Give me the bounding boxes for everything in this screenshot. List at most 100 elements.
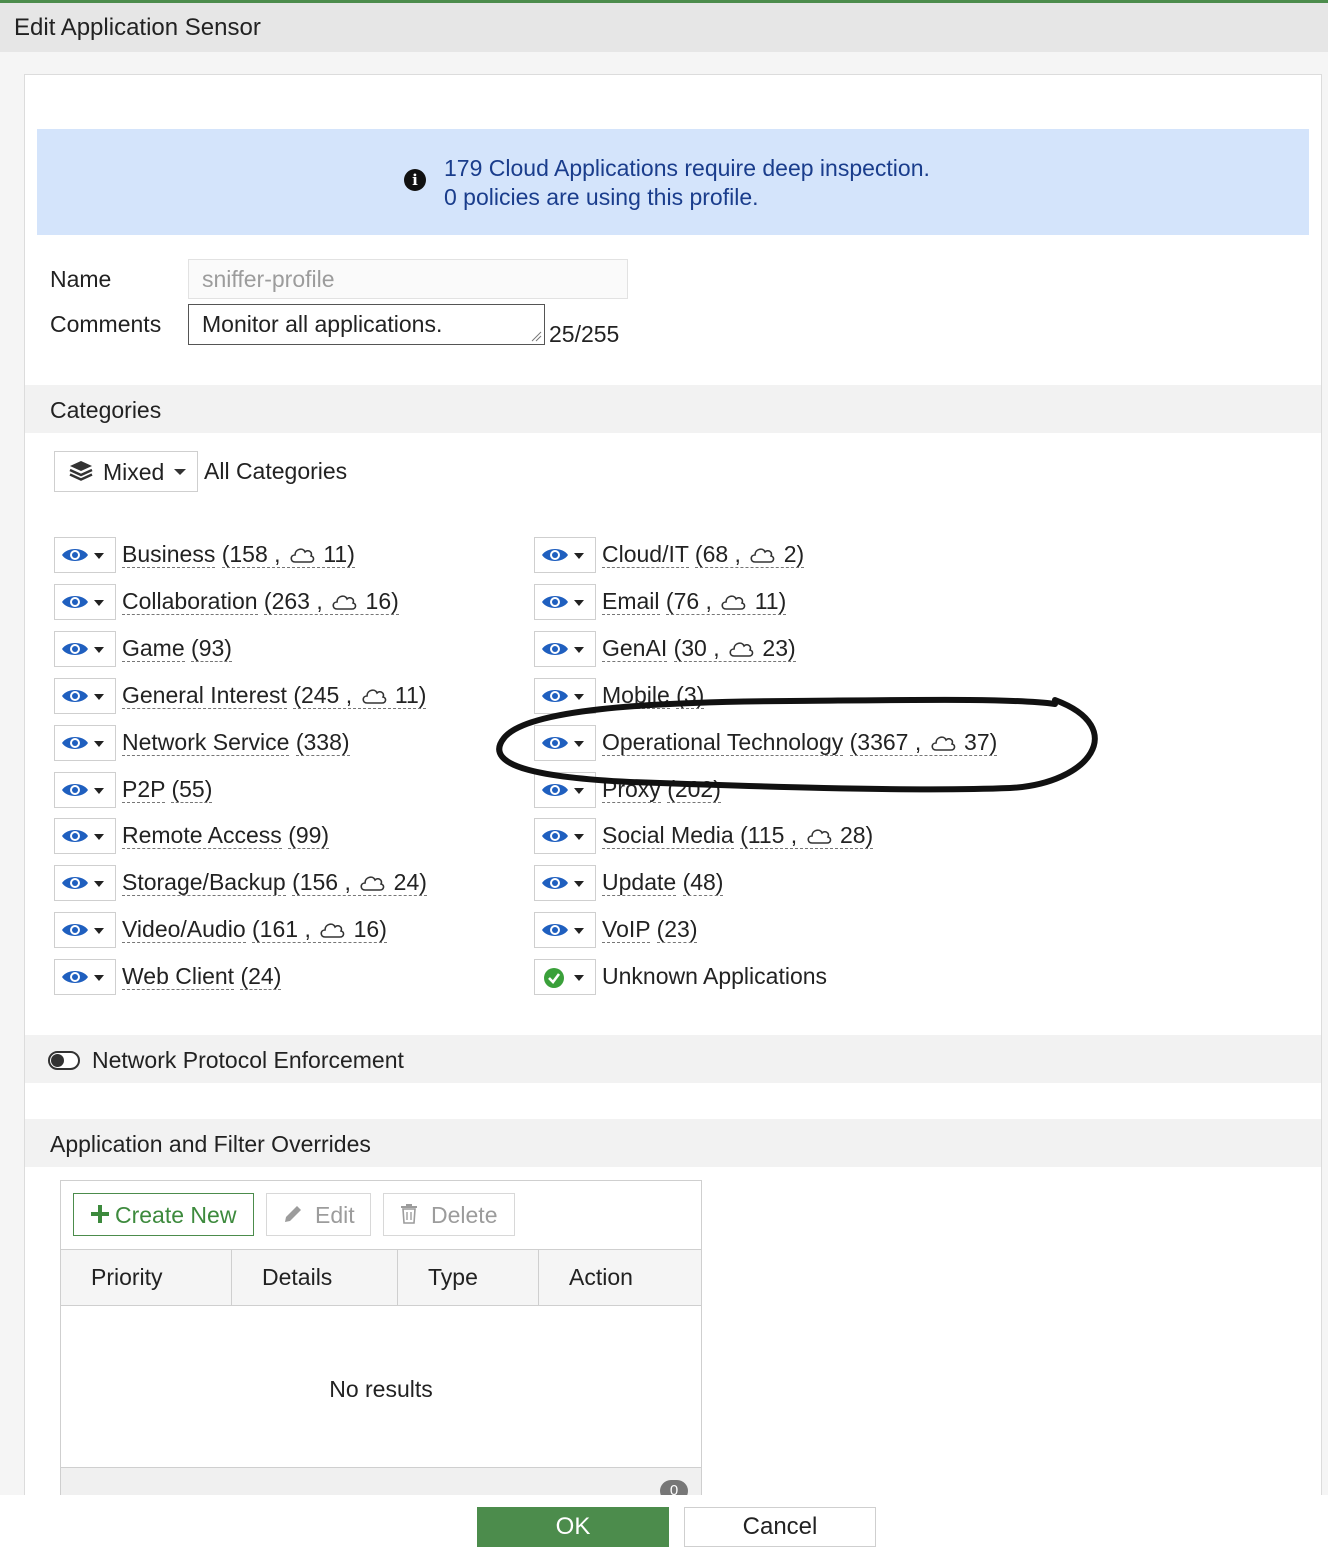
category-label[interactable]: Collaboration (263 , 16): [122, 587, 399, 615]
eye-icon: [542, 924, 568, 937]
caret-down-icon: [94, 975, 104, 982]
category-label[interactable]: General Interest (245 , 11): [122, 681, 427, 709]
category-count: (93): [191, 634, 232, 662]
caret-down-icon: [174, 469, 186, 475]
category-action-dropdown[interactable]: [534, 771, 596, 808]
category-label[interactable]: Remote Access (99): [122, 821, 330, 850]
category-label[interactable]: P2P (55): [122, 775, 213, 803]
caret-down-icon: [574, 881, 584, 888]
category-app-count: (99): [288, 822, 330, 849]
cloud-icon: [360, 876, 385, 892]
eye-icon: [542, 830, 568, 843]
category-app-count: (93): [191, 634, 232, 661]
eye-icon: [542, 642, 568, 655]
toggle-knob: [51, 1054, 64, 1067]
category-action-dropdown[interactable]: [534, 537, 596, 573]
category-label[interactable]: Update (48): [602, 868, 724, 897]
category-cloud-count: 16): [359, 587, 399, 614]
ok-button[interactable]: OK: [477, 1507, 669, 1547]
layers-icon: [69, 461, 93, 481]
column-header-details[interactable]: Details: [232, 1250, 398, 1306]
eye-icon: [62, 549, 88, 561]
cloud-icon: [750, 548, 775, 563]
category-label[interactable]: GenAI (30 , 23): [602, 634, 796, 662]
category-action-dropdown[interactable]: [54, 630, 116, 667]
category-label[interactable]: VoIP (23): [602, 915, 698, 944]
category-action-dropdown[interactable]: [534, 630, 596, 667]
category-name: Game: [122, 634, 185, 662]
category-label[interactable]: Operational Technology (3367 , 37): [602, 728, 998, 756]
eye-icon: [62, 642, 88, 655]
column-header-type[interactable]: Type: [398, 1250, 539, 1306]
create-new-label: Create New: [115, 1202, 237, 1228]
info-text: 179 Cloud Applications require deep insp…: [444, 154, 930, 212]
caret-down-icon: [574, 787, 584, 794]
mixed-action-dropdown[interactable]: Mixed: [54, 451, 198, 492]
cancel-button[interactable]: Cancel: [684, 1507, 876, 1547]
category-action-dropdown[interactable]: [534, 959, 596, 996]
category-action-dropdown[interactable]: [534, 912, 596, 949]
category-app-count: (55): [171, 775, 213, 802]
category-name: Collaboration: [122, 587, 258, 615]
caret-down-icon: [574, 693, 584, 700]
create-new-button[interactable]: Create New: [73, 1193, 254, 1236]
category-label[interactable]: Proxy (202): [602, 775, 721, 803]
column-header-priority[interactable]: Priority: [61, 1250, 232, 1306]
category-action-dropdown[interactable]: [54, 724, 116, 761]
category-action-dropdown[interactable]: [54, 583, 116, 620]
cloud-icon: [332, 595, 357, 610]
category-label[interactable]: Social Media (115 , 28): [602, 821, 874, 850]
category-label[interactable]: Cloud/IT (68 , 2): [602, 540, 805, 568]
no-results-text: No results: [329, 1376, 433, 1402]
category-label[interactable]: Web Client (24): [122, 962, 282, 991]
category-cloud-count: 2): [777, 541, 805, 567]
category-action-dropdown[interactable]: [54, 865, 116, 902]
category-label[interactable]: Business (158 , 11): [122, 540, 355, 568]
cloud-icon: [729, 642, 754, 657]
category-app-count: (338): [295, 728, 350, 755]
category-name: Network Service: [122, 728, 290, 756]
category-cloud-count: 24): [387, 869, 427, 896]
category-action-dropdown[interactable]: [534, 583, 596, 620]
edit-button[interactable]: Edit: [266, 1193, 371, 1236]
column-header-action[interactable]: Action: [539, 1250, 701, 1306]
category-action-dropdown[interactable]: [534, 677, 596, 714]
caret-down-icon: [94, 599, 104, 606]
category-action-dropdown[interactable]: [54, 771, 116, 808]
category-action-dropdown[interactable]: [54, 959, 116, 996]
category-label[interactable]: Network Service (338): [122, 728, 350, 756]
category-label[interactable]: Email (76 , 11): [602, 587, 787, 615]
category-label[interactable]: Video/Audio (161 , 16): [122, 915, 387, 944]
category-name: Social Media: [602, 822, 734, 850]
category-count: (245 , 11): [293, 681, 427, 709]
category-action-dropdown[interactable]: [54, 537, 116, 573]
category-name: Storage/Backup: [122, 869, 286, 897]
cloud-icon: [931, 735, 955, 751]
cloud-icon: [320, 923, 345, 938]
name-input[interactable]: sniffer-profile: [188, 259, 628, 299]
category-label[interactable]: Game (93): [122, 634, 232, 662]
eye-icon: [542, 595, 568, 608]
delete-button[interactable]: Delete: [383, 1193, 515, 1236]
info-line-policies: 0 policies are using this profile.: [444, 184, 759, 210]
category-label[interactable]: Mobile (3): [602, 681, 705, 709]
category-action-dropdown[interactable]: [534, 865, 596, 902]
category-action-dropdown[interactable]: [54, 818, 116, 855]
category-count: (23): [656, 916, 698, 944]
category-count: (156 , 24): [292, 869, 427, 897]
check-circle-icon: [544, 968, 564, 989]
category-app-count: (115 ,: [740, 822, 804, 849]
caret-down-icon: [94, 834, 104, 841]
overrides-section-title: Application and Filter Overrides: [50, 1131, 371, 1157]
resize-grip-icon[interactable]: [530, 330, 542, 342]
category-label[interactable]: Storage/Backup (156 , 24): [122, 868, 427, 897]
category-action-dropdown[interactable]: [534, 818, 596, 855]
category-count: (115 , 28): [740, 822, 874, 850]
network-protocol-enforcement-toggle[interactable]: [48, 1051, 80, 1070]
category-action-dropdown[interactable]: [534, 724, 596, 761]
category-action-dropdown[interactable]: [54, 677, 116, 714]
caret-down-icon: [94, 740, 104, 747]
comments-textarea[interactable]: Monitor all applications.: [188, 304, 545, 345]
category-action-dropdown[interactable]: [54, 912, 116, 949]
window-title-bar: Edit Application Sensor: [0, 0, 1328, 52]
